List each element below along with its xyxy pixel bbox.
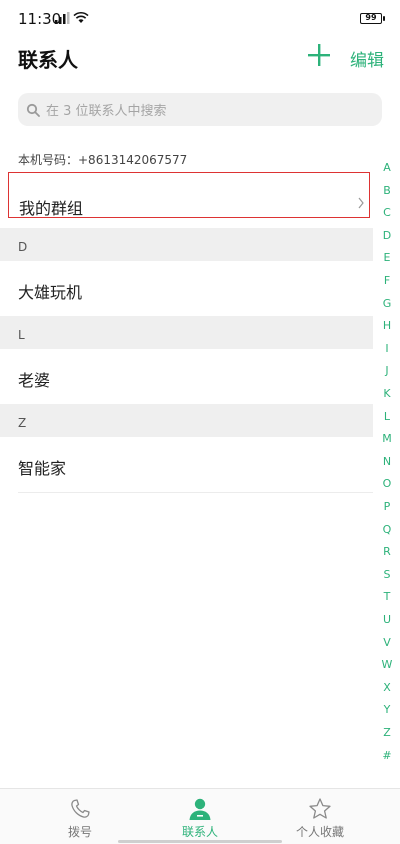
- alphabet-index-letter[interactable]: M: [376, 432, 398, 445]
- home-indicator[interactable]: [118, 840, 282, 843]
- alphabet-index-letter[interactable]: I: [376, 342, 398, 355]
- wifi-icon: [73, 11, 89, 23]
- alphabet-index-letter[interactable]: C: [376, 206, 398, 219]
- search-icon: [26, 103, 40, 117]
- alphabet-index-letter[interactable]: E: [376, 251, 398, 264]
- contact-name: 老婆: [18, 371, 51, 390]
- my-groups-row[interactable]: 我的群组: [8, 172, 370, 218]
- alphabet-index-letter[interactable]: R: [376, 545, 398, 558]
- contact-row[interactable]: 老婆: [0, 349, 373, 403]
- alphabet-index-letter[interactable]: A: [376, 161, 398, 174]
- list-divider: [18, 492, 373, 493]
- battery-icon: 99: [360, 13, 385, 24]
- alphabet-index-letter[interactable]: G: [376, 297, 398, 310]
- person-icon: [189, 798, 211, 820]
- contact-row[interactable]: 大雄玩机: [0, 261, 373, 315]
- alphabet-index-letter[interactable]: Y: [376, 703, 398, 716]
- alphabet-index-letter[interactable]: O: [376, 477, 398, 490]
- alphabet-index-letter[interactable]: Q: [376, 523, 398, 536]
- my-phone-number: 本机号码：+8613142067577: [18, 153, 188, 167]
- section-letter: Z: [18, 416, 27, 430]
- section-header-d: D: [0, 228, 373, 261]
- my-groups-label: 我的群组: [19, 199, 84, 218]
- status-bar: 11:30 99: [0, 0, 400, 36]
- alphabet-index-letter[interactable]: F: [376, 274, 398, 287]
- nav-contacts[interactable]: 联系人: [150, 789, 250, 844]
- contacts-screen: 11:30 99 联系人 编辑 在 3 位联系人中搜索 本机号码：+861314…: [0, 0, 400, 844]
- chevron-right-icon: [358, 197, 364, 209]
- app-header: 联系人 编辑: [0, 36, 400, 82]
- page-title: 联系人: [18, 48, 78, 72]
- alphabet-index-letter[interactable]: D: [376, 229, 398, 242]
- nav-dial[interactable]: 拨号: [30, 789, 130, 844]
- nav-favorites[interactable]: 个人收藏: [270, 789, 370, 844]
- alphabet-index-letter[interactable]: Z: [376, 726, 398, 739]
- alphabet-index-letter[interactable]: P: [376, 500, 398, 513]
- star-icon: [309, 798, 331, 819]
- alphabet-index-letter[interactable]: #: [376, 749, 398, 762]
- contact-row[interactable]: 智能家: [0, 437, 373, 491]
- nav-contacts-label: 联系人: [181, 825, 218, 839]
- bottom-navigation: 拨号 联系人 个人收藏: [0, 788, 400, 844]
- alphabet-index-letter[interactable]: N: [376, 455, 398, 468]
- alphabet-index-letter[interactable]: X: [376, 681, 398, 694]
- nav-dial-label: 拨号: [67, 825, 92, 839]
- section-letter: D: [18, 240, 28, 254]
- plus-icon: [308, 44, 330, 66]
- section-header-l: L: [0, 316, 373, 349]
- alphabet-index-letter[interactable]: B: [376, 184, 398, 197]
- nav-favorites-label: 个人收藏: [295, 825, 344, 839]
- phone-icon: [71, 799, 90, 818]
- battery-level: 99: [365, 13, 377, 22]
- section-letter: L: [18, 328, 25, 342]
- section-header-z: Z: [0, 404, 373, 437]
- alphabet-index-letter[interactable]: K: [376, 387, 398, 400]
- alphabet-index-letter[interactable]: U: [376, 613, 398, 626]
- edit-button[interactable]: 编辑: [350, 46, 384, 71]
- contact-name: 智能家: [18, 459, 67, 478]
- contact-name: 大雄玩机: [18, 283, 83, 302]
- alphabet-index-letter[interactable]: L: [376, 410, 398, 423]
- alphabet-index[interactable]: A B C D E F G H I J K L M N O P Q R S T U V W X Y Z #: [376, 161, 398, 762]
- signal-icon: [55, 12, 70, 24]
- alphabet-index-letter[interactable]: W: [376, 658, 398, 671]
- search-placeholder: 在 3 位联系人中搜索: [46, 104, 167, 119]
- alphabet-index-letter[interactable]: J: [376, 364, 398, 377]
- alphabet-index-letter[interactable]: H: [376, 319, 398, 332]
- alphabet-index-letter[interactable]: T: [376, 590, 398, 603]
- alphabet-index-letter[interactable]: V: [376, 636, 398, 649]
- alphabet-index-letter[interactable]: S: [376, 568, 398, 581]
- search-input[interactable]: 在 3 位联系人中搜索: [18, 93, 382, 126]
- add-contact-button[interactable]: [305, 41, 333, 69]
